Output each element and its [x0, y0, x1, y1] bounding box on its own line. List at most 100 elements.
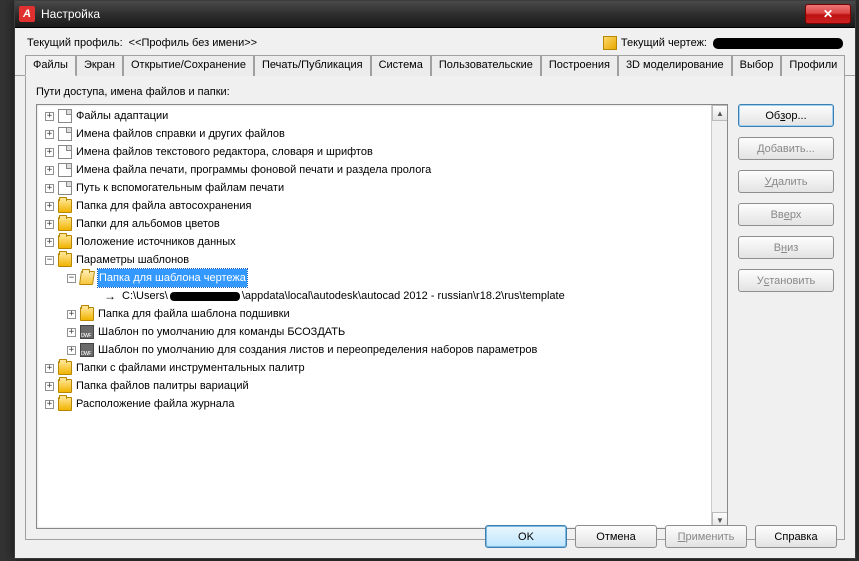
folder-open-icon	[79, 271, 95, 285]
expand-icon[interactable]: +	[45, 220, 54, 229]
tree-node-label: Папка файлов палитры вариаций	[76, 377, 249, 395]
tab-6[interactable]: Построения	[541, 55, 618, 76]
tree-node-label: Папка для файла шаблона подшивки	[98, 305, 290, 323]
tree-node[interactable]: + Имена файлов текстового редактора, слов…	[37, 143, 711, 161]
expand-icon[interactable]: +	[45, 400, 54, 409]
tree-node-label: Шаблон по умолчанию для создания листов …	[98, 341, 537, 359]
tree-node-label: Шаблон по умолчанию для команды БСОЗДАТЬ	[98, 323, 345, 341]
folder-icon	[58, 199, 72, 213]
drawing-icon	[603, 36, 617, 50]
cancel-button[interactable]: Отмена	[575, 525, 657, 548]
expand-icon[interactable]: +	[45, 148, 54, 157]
dwg-icon	[80, 343, 94, 357]
remove-button[interactable]: Удалить	[738, 170, 834, 193]
file-icon	[58, 145, 72, 159]
tree-node[interactable]: + Папка для файла шаблона подшивки	[37, 305, 711, 323]
ok-button[interactable]: OK	[485, 525, 567, 548]
folder-icon	[58, 361, 72, 375]
profile-row: Текущий профиль: <<Профиль без имени>> Т…	[15, 28, 855, 54]
app-icon: A	[19, 6, 35, 22]
tab-3[interactable]: Печать/Публикация	[254, 55, 371, 76]
tree-node-label: Папки с файлами инструментальных палитр	[76, 359, 305, 377]
current-drawing-label: Текущий чертеж:	[621, 37, 707, 49]
current-profile-label: Текущий профиль:	[27, 37, 123, 49]
move-up-button[interactable]: Вверх	[738, 203, 834, 226]
tree-node-label: Путь к вспомогательным файлам печати	[76, 179, 284, 197]
tree-node[interactable]: +Положение источников данных	[37, 233, 711, 251]
settings-dialog: A Настройка ✕ Текущий профиль: <<Профиль…	[14, 0, 856, 559]
tree-node-label: Параметры шаблонов	[76, 251, 189, 269]
expand-icon[interactable]: +	[45, 112, 54, 121]
tab-1[interactable]: Экран	[76, 55, 123, 76]
expand-icon[interactable]: +	[67, 346, 76, 355]
tree-node[interactable]: + Имена файлов справки и других файлов	[37, 125, 711, 143]
help-button[interactable]: Справка	[755, 525, 837, 548]
tree-node-label: Имена файлов справки и других файлов	[76, 125, 285, 143]
folder-icon	[58, 379, 72, 393]
expand-icon[interactable]: +	[45, 382, 54, 391]
tree-scrollbar[interactable]: ▲ ▼	[711, 105, 727, 528]
current-drawing-value-redacted	[713, 38, 843, 49]
tree-node[interactable]: + Шаблон по умолчанию для команды БСОЗДАТ…	[37, 323, 711, 341]
tree-node[interactable]: + Шаблон по умолчанию для создания листов…	[37, 341, 711, 359]
window-title: Настройка	[41, 7, 805, 21]
tree-node-label: Папки для альбомов цветов	[76, 215, 220, 233]
files-tab-panel: Пути доступа, имена файлов и папки: + Фай…	[25, 75, 845, 540]
tree-node-label: Папка для шаблона чертежа	[98, 269, 247, 287]
expand-icon[interactable]: +	[45, 166, 54, 175]
folder-icon	[80, 307, 94, 321]
tab-9[interactable]: Профили	[781, 55, 845, 76]
tree-node[interactable]: + Папка файлов палитры вариаций	[37, 377, 711, 395]
tree-node-label: Папка для файла автосохранения	[76, 197, 251, 215]
tab-2[interactable]: Открытие/Сохранение	[123, 55, 254, 76]
paths-label: Пути доступа, имена файлов и папки:	[36, 86, 834, 98]
apply-button[interactable]: Применить	[665, 525, 747, 548]
tree-node[interactable]: + Имена файла печати, программы фоновой п…	[37, 161, 711, 179]
add-button[interactable]: Добавить...	[738, 137, 834, 160]
expand-icon[interactable]: +	[45, 238, 54, 247]
collapse-icon[interactable]: −	[45, 256, 54, 265]
dialog-footer: OK Отмена Применить Справка	[485, 525, 837, 548]
tab-0[interactable]: Файлы	[25, 55, 76, 76]
expand-icon[interactable]: +	[45, 184, 54, 193]
tree-node[interactable]: − Папка для шаблона чертежа	[37, 269, 711, 287]
tab-strip: ФайлыЭкранОткрытие/СохранениеПечать/Публ…	[15, 54, 855, 76]
tab-5[interactable]: Пользовательские	[431, 55, 541, 76]
tree-node-label: Имена файла печати, программы фоновой пе…	[76, 161, 431, 179]
file-icon	[58, 109, 72, 123]
titlebar[interactable]: A Настройка ✕	[15, 1, 855, 28]
expand-icon[interactable]: +	[45, 130, 54, 139]
tree-node-label: Расположение файла журнала	[76, 395, 234, 413]
close-button[interactable]: ✕	[805, 4, 851, 24]
tree-node-label: Имена файлов текстового редактора, слова…	[76, 143, 373, 161]
expand-icon[interactable]: +	[67, 328, 76, 337]
tree-node[interactable]: + Путь к вспомогательным файлам печати	[37, 179, 711, 197]
dwg-icon	[80, 325, 94, 339]
tree-node[interactable]: + Расположение файла журнала	[37, 395, 711, 413]
tree-node-label: Файлы адаптации	[76, 107, 168, 125]
side-buttons: Обзор... Добавить... Удалить Вверх Вниз …	[738, 104, 834, 529]
tree-view[interactable]: + Файлы адаптации + Имена файлов справки и …	[36, 104, 728, 529]
folder-icon	[58, 253, 72, 267]
scroll-up-icon[interactable]: ▲	[712, 105, 728, 121]
file-icon	[58, 127, 72, 141]
move-down-button[interactable]: Вниз	[738, 236, 834, 259]
arrow-path-icon	[104, 289, 118, 303]
folder-icon	[58, 397, 72, 411]
expand-icon[interactable]: +	[45, 364, 54, 373]
file-icon	[58, 163, 72, 177]
tab-7[interactable]: 3D моделирование	[618, 55, 732, 76]
tab-4[interactable]: Система	[371, 55, 431, 76]
tree-node[interactable]: + Папки с файлами инструментальных палитр	[37, 359, 711, 377]
expand-icon[interactable]: +	[67, 310, 76, 319]
expand-icon[interactable]: +	[45, 202, 54, 211]
tree-node[interactable]: − Параметры шаблонов	[37, 251, 711, 269]
tab-8[interactable]: Выбор	[732, 55, 782, 76]
set-button[interactable]: Установить	[738, 269, 834, 292]
tree-node[interactable]: + Папки для альбомов цветов	[37, 215, 711, 233]
tree-node[interactable]: + Файлы адаптации	[37, 107, 711, 125]
tree-node[interactable]: + Папка для файла автосохранения	[37, 197, 711, 215]
tree-node[interactable]: C:\Users\\appdata\local\autodesk\autocad…	[37, 287, 711, 305]
browse-button[interactable]: Обзор...	[738, 104, 834, 127]
collapse-icon[interactable]: −	[67, 274, 76, 283]
